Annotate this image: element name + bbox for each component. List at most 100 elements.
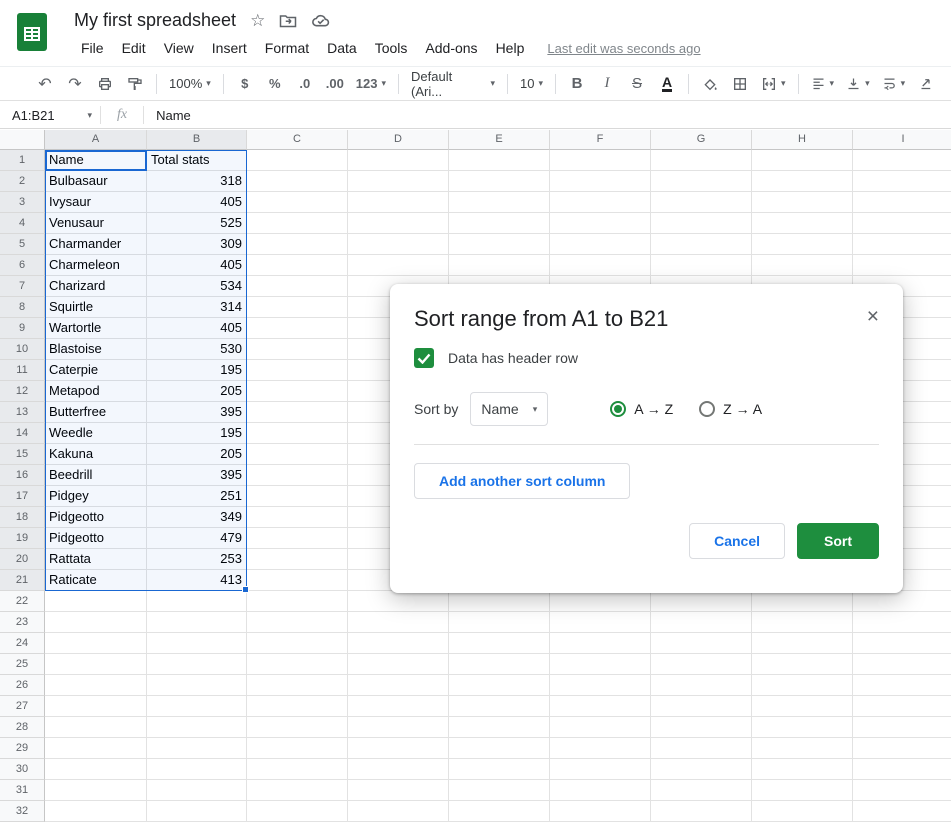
cell-H31[interactable] [752,780,853,801]
header-row-checkbox-label[interactable]: Data has header row [448,350,578,366]
cell-D24[interactable] [348,633,449,654]
cell-A13[interactable]: Butterfree [45,402,147,423]
cell-H1[interactable] [752,150,853,171]
menu-edit[interactable]: Edit [113,37,155,59]
cell-B5[interactable]: 309 [147,234,247,255]
cell-H22[interactable] [752,591,853,612]
last-edit-link[interactable]: Last edit was seconds ago [547,41,700,56]
cell-D26[interactable] [348,675,449,696]
close-icon[interactable]: × [867,306,879,327]
row-header-17[interactable]: 17 [0,486,45,507]
menu-help[interactable]: Help [487,37,534,59]
cell-G22[interactable] [651,591,752,612]
cell-A15[interactable]: Kakuna [45,444,147,465]
cell-E3[interactable] [449,192,550,213]
row-header-11[interactable]: 11 [0,360,45,381]
cell-C27[interactable] [247,696,348,717]
cell-B25[interactable] [147,654,247,675]
row-header-27[interactable]: 27 [0,696,45,717]
cell-H6[interactable] [752,255,853,276]
row-header-9[interactable]: 9 [0,318,45,339]
cell-I4[interactable] [853,213,951,234]
row-header-8[interactable]: 8 [0,297,45,318]
cell-E26[interactable] [449,675,550,696]
sort-by-select[interactable]: Name ▾ [470,392,549,426]
cell-H32[interactable] [752,801,853,822]
cell-C7[interactable] [247,276,348,297]
increase-decimal-button[interactable]: .00 [322,71,348,97]
cloud-status-icon[interactable] [311,13,330,28]
menu-file[interactable]: File [72,37,113,59]
cell-G23[interactable] [651,612,752,633]
decrease-decimal-button[interactable]: .0 [292,71,318,97]
cell-C21[interactable] [247,570,348,591]
cell-A14[interactable]: Weedle [45,423,147,444]
sort-ascending-radio[interactable]: A → Z [610,401,673,417]
cell-F3[interactable] [550,192,651,213]
cell-H4[interactable] [752,213,853,234]
currency-format-button[interactable]: $ [232,71,258,97]
cell-D32[interactable] [348,801,449,822]
fill-color-icon[interactable] [697,71,723,97]
text-rotation-icon[interactable] [913,71,939,97]
cell-D30[interactable] [348,759,449,780]
cell-B9[interactable]: 405 [147,318,247,339]
cell-F4[interactable] [550,213,651,234]
cell-C20[interactable] [247,549,348,570]
cell-F30[interactable] [550,759,651,780]
formula-input[interactable]: Name [156,108,191,123]
cell-C16[interactable] [247,465,348,486]
cell-G6[interactable] [651,255,752,276]
cell-C32[interactable] [247,801,348,822]
row-header-19[interactable]: 19 [0,528,45,549]
cell-F6[interactable] [550,255,651,276]
cell-F2[interactable] [550,171,651,192]
cell-A3[interactable]: Ivysaur [45,192,147,213]
merge-cells-button[interactable]: ▾ [755,71,792,97]
menu-addons[interactable]: Add-ons [416,37,486,59]
row-header-18[interactable]: 18 [0,507,45,528]
borders-icon[interactable] [727,71,753,97]
cell-I3[interactable] [853,192,951,213]
cell-C8[interactable] [247,297,348,318]
cell-D22[interactable] [348,591,449,612]
cell-I29[interactable] [853,738,951,759]
horizontal-align-button[interactable]: ▾ [805,71,841,97]
row-header-15[interactable]: 15 [0,444,45,465]
cell-F31[interactable] [550,780,651,801]
cell-B12[interactable]: 205 [147,381,247,402]
cell-E32[interactable] [449,801,550,822]
cell-C17[interactable] [247,486,348,507]
cell-A22[interactable] [45,591,147,612]
column-header-H[interactable]: H [752,130,853,150]
cell-H2[interactable] [752,171,853,192]
cell-B28[interactable] [147,717,247,738]
column-header-C[interactable]: C [247,130,348,150]
cell-D4[interactable] [348,213,449,234]
cell-I24[interactable] [853,633,951,654]
row-header-5[interactable]: 5 [0,234,45,255]
cell-A21[interactable]: Raticate [45,570,147,591]
cell-I5[interactable] [853,234,951,255]
cell-H24[interactable] [752,633,853,654]
cell-I26[interactable] [853,675,951,696]
cell-I31[interactable] [853,780,951,801]
cell-E29[interactable] [449,738,550,759]
cell-I28[interactable] [853,717,951,738]
column-header-D[interactable]: D [348,130,449,150]
menu-view[interactable]: View [155,37,203,59]
cell-G1[interactable] [651,150,752,171]
row-header-20[interactable]: 20 [0,549,45,570]
cell-C12[interactable] [247,381,348,402]
column-header-F[interactable]: F [550,130,651,150]
row-header-13[interactable]: 13 [0,402,45,423]
cell-C2[interactable] [247,171,348,192]
cell-C23[interactable] [247,612,348,633]
cell-B32[interactable] [147,801,247,822]
cell-B14[interactable]: 195 [147,423,247,444]
font-select[interactable]: Default (Ari... ▾ [405,69,501,99]
zoom-select[interactable]: 100% ▾ [163,71,217,97]
row-header-21[interactable]: 21 [0,570,45,591]
cell-H30[interactable] [752,759,853,780]
cell-B7[interactable]: 534 [147,276,247,297]
